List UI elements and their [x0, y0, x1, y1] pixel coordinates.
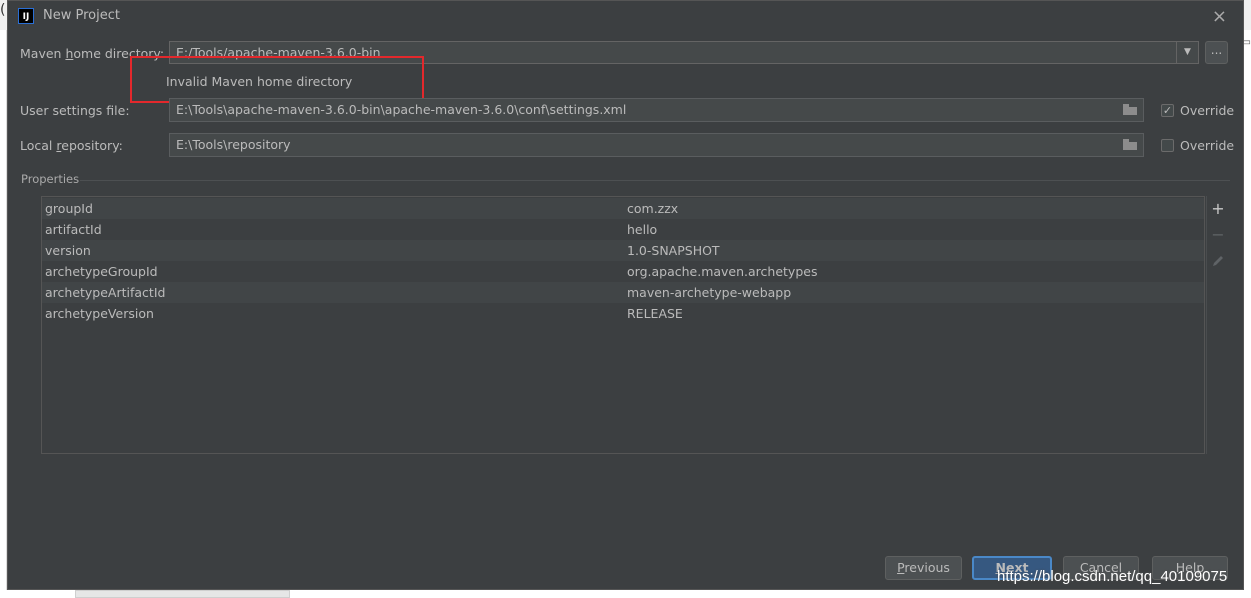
properties-table[interactable]: groupId com.zzx artifactId hello version…	[41, 196, 1205, 454]
user-settings-field[interactable]: E:\Tools\apache-maven-3.6.0-bin\apache-m…	[169, 98, 1144, 122]
property-value[interactable]: org.apache.maven.archetypes	[627, 264, 817, 279]
property-key: groupId	[45, 201, 93, 216]
maven-home-label-pre: Maven	[20, 46, 66, 61]
title-bar[interactable]: IJ New Project ×	[8, 1, 1243, 31]
folder-icon[interactable]	[1123, 139, 1137, 150]
property-value[interactable]: hello	[627, 222, 657, 237]
table-row[interactable]: version 1.0-SNAPSHOT	[42, 240, 1204, 261]
local-repository-label-pre: Local	[20, 138, 57, 153]
property-key: archetypeGroupId	[45, 264, 158, 279]
local-repository-field[interactable]: E:\Tools\repository	[169, 133, 1144, 157]
table-row[interactable]: archetypeArtifactId maven-archetype-weba…	[42, 282, 1204, 303]
previous-button[interactable]: Previous	[885, 556, 962, 580]
background-bottom-tab	[75, 590, 290, 598]
local-repository-label-post: epository:	[61, 138, 123, 153]
error-highlight-box	[130, 56, 424, 103]
table-row[interactable]: archetypeGroupId org.apache.maven.archet…	[42, 261, 1204, 282]
properties-section-title: Properties	[21, 172, 80, 186]
intellij-app-icon: IJ	[18, 8, 34, 24]
user-settings-label: User settings file:	[20, 103, 130, 118]
property-key: archetypeVersion	[45, 306, 154, 321]
properties-separator	[80, 180, 1230, 181]
chevron-down-icon[interactable]: ▼	[1176, 42, 1198, 63]
background-right-strip	[1244, 30, 1251, 598]
repo-override-label[interactable]: Override	[1180, 138, 1234, 153]
property-value[interactable]: RELEASE	[627, 306, 683, 321]
local-repository-value: E:\Tools\repository	[176, 137, 291, 152]
remove-icon[interactable]: −	[1211, 227, 1225, 243]
property-value[interactable]: com.zzx	[627, 201, 678, 216]
table-row[interactable]: archetypeVersion RELEASE	[42, 303, 1204, 324]
properties-toolbar: + −	[1206, 196, 1229, 454]
settings-override-checkbox[interactable]: ✓	[1161, 104, 1174, 117]
browse-maven-home-button[interactable]: ...	[1205, 41, 1228, 64]
settings-override-label[interactable]: Override	[1180, 103, 1234, 118]
property-key: version	[45, 243, 91, 258]
local-repository-label: Local repository:	[20, 138, 123, 153]
edit-icon[interactable]	[1211, 254, 1225, 268]
folder-icon[interactable]	[1123, 104, 1137, 115]
previous-label: revious	[904, 560, 950, 575]
new-project-dialog: IJ New Project × Maven home directory: E…	[7, 0, 1244, 590]
property-value[interactable]: maven-archetype-webapp	[627, 285, 791, 300]
close-icon[interactable]: ×	[1212, 6, 1227, 27]
user-settings-value: E:\Tools\apache-maven-3.6.0-bin\apache-m…	[176, 102, 627, 117]
watermark-text: https://blog.csdn.net/qq_40109075	[997, 568, 1228, 585]
property-value[interactable]: 1.0-SNAPSHOT	[627, 243, 720, 258]
dialog-title: New Project	[43, 8, 120, 23]
table-row[interactable]: artifactId hello	[42, 219, 1204, 240]
repo-override-checkbox[interactable]	[1161, 139, 1174, 152]
background-left-strip	[0, 30, 7, 598]
property-key: artifactId	[45, 222, 102, 237]
table-row[interactable]: groupId com.zzx	[42, 198, 1204, 219]
background-glyph: (	[0, 2, 6, 18]
add-icon[interactable]: +	[1211, 201, 1225, 217]
property-key: archetypeArtifactId	[45, 285, 166, 300]
